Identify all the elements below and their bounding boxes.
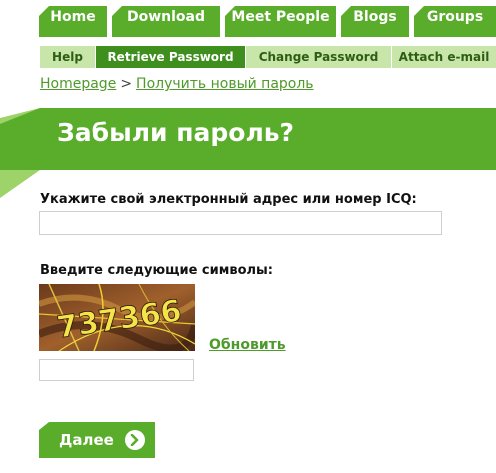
tab-groups[interactable]: Groups [414, 6, 496, 37]
captcha-input[interactable] [39, 359, 194, 381]
subtab-retrieve-password-label: Retrieve Password [107, 50, 234, 64]
tab-blogs[interactable]: Blogs [341, 6, 409, 37]
subtab-change-password-label: Change Password [258, 50, 379, 64]
tab-home[interactable]: Home [39, 6, 107, 37]
tab-download-label: Download [126, 9, 206, 25]
breadcrumb-separator: > [120, 76, 133, 92]
tab-download[interactable]: Download [112, 6, 220, 37]
captcha-label: Введите следующие символы: [40, 263, 273, 278]
arrow-circle-right-icon [125, 430, 145, 450]
captcha-image: 737366 [39, 284, 195, 351]
page-title: Забыли пароль? [57, 118, 295, 147]
breadcrumb: Homepage > Получить новый пароль [40, 76, 314, 92]
page: Home Download Meet People Blogs Groups H… [0, 0, 496, 473]
email-field[interactable] [39, 211, 442, 235]
tab-blogs-label: Blogs [353, 9, 397, 25]
breadcrumb-home-link[interactable]: Homepage [40, 76, 116, 92]
refresh-captcha-link[interactable]: Обновить [209, 337, 286, 353]
tab-home-label: Home [50, 9, 96, 25]
subtab-help[interactable]: Help [40, 46, 96, 68]
subtab-attach-email-label: Attach e-mail [398, 50, 490, 64]
next-button[interactable]: Далее [39, 422, 155, 458]
sub-navigation: Help Retrieve Password Change Password A… [40, 46, 496, 68]
next-button-label: Далее [59, 431, 114, 449]
subtab-change-password[interactable]: Change Password [246, 46, 392, 68]
email-label: Укажите свой электронный адрес или номер… [40, 192, 417, 207]
subtab-help-label: Help [52, 50, 83, 64]
captcha-graphic: 737366 [39, 284, 195, 351]
subtab-retrieve-password[interactable]: Retrieve Password [96, 46, 246, 68]
breadcrumb-current-link[interactable]: Получить новый пароль [136, 76, 314, 92]
tab-meet-people-label: Meet People [231, 9, 330, 25]
tab-meet-people[interactable]: Meet People [225, 6, 336, 37]
tab-groups-label: Groups [426, 9, 484, 25]
subtab-attach-email[interactable]: Attach e-mail [392, 46, 496, 68]
